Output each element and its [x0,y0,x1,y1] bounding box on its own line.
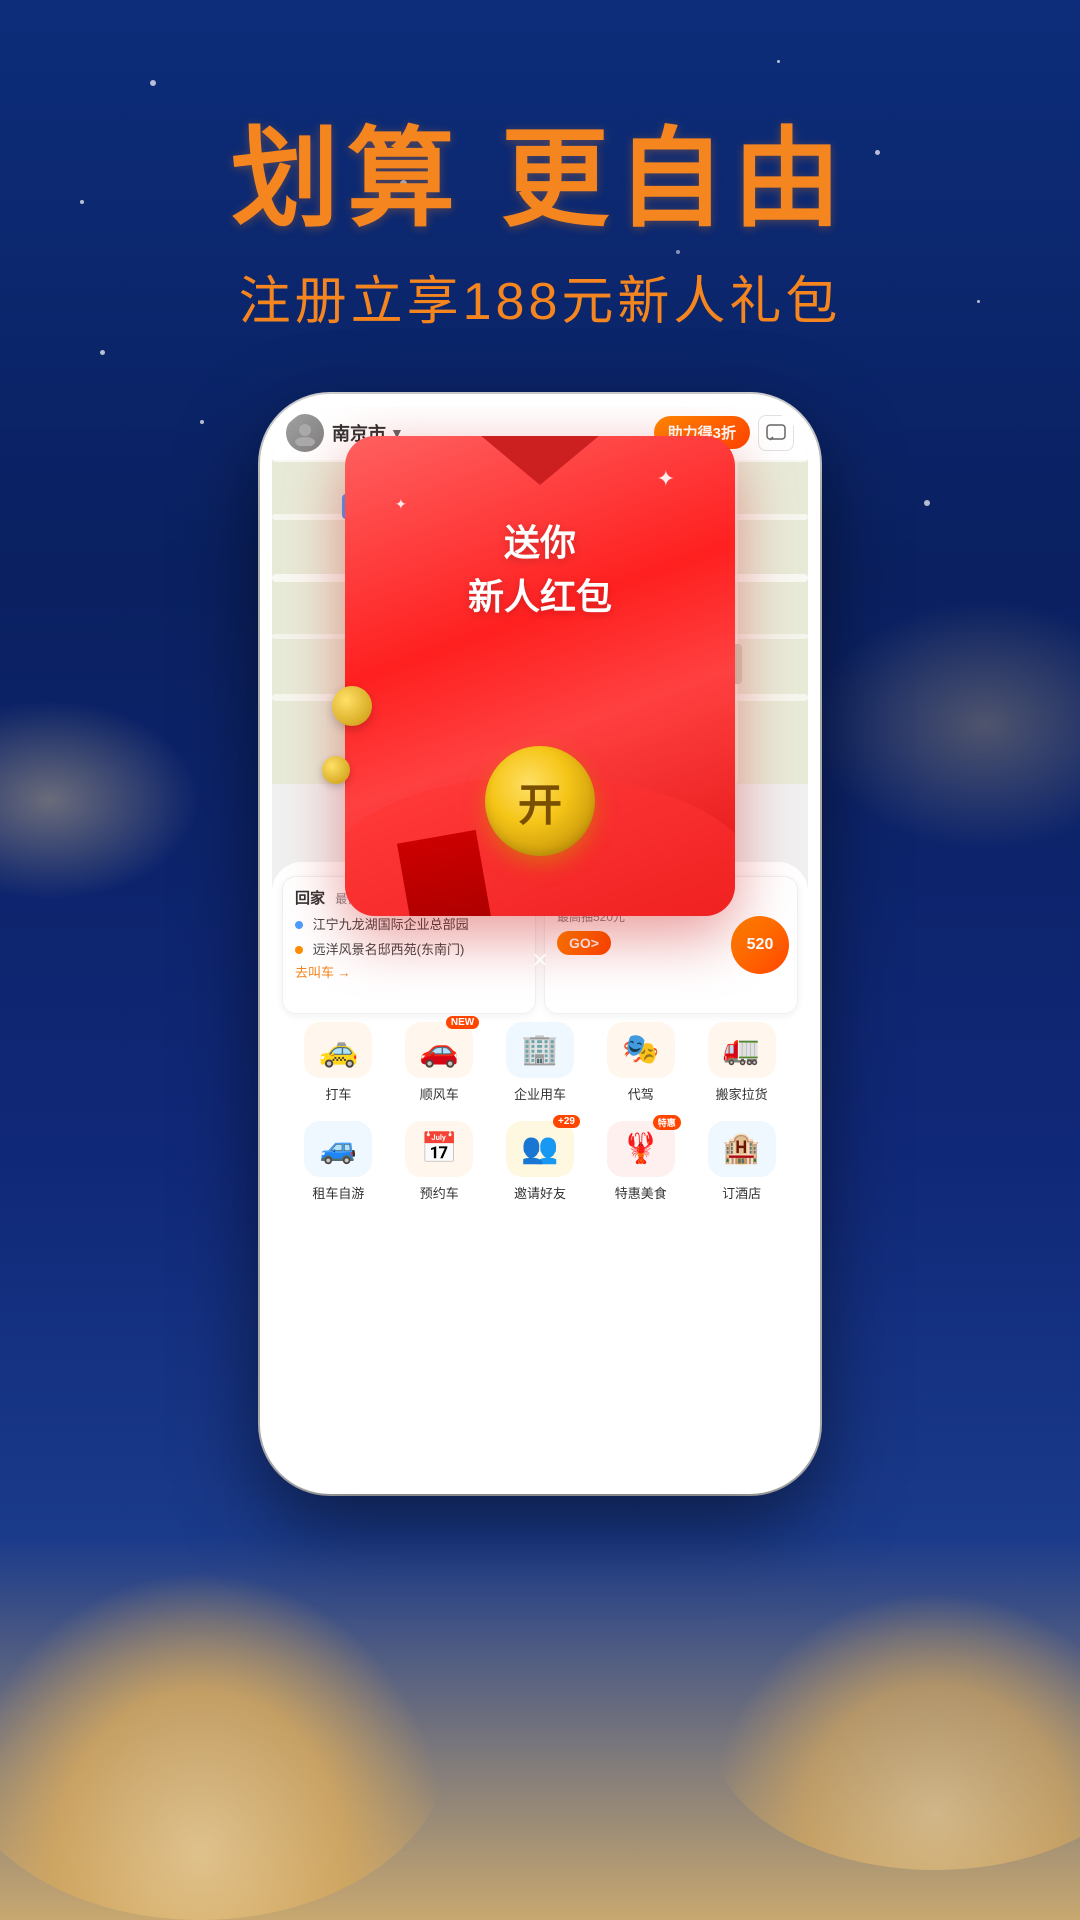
discount-badge: +29 [553,1115,580,1128]
rental-label: 租车自游 [312,1183,364,1202]
enterprise-label: 企业用车 [514,1084,566,1103]
hotel-service[interactable]: 🏨 订酒店 [691,1121,792,1202]
phone-mockup: 📄 ♛ ⊞ 🔇 18:12 ⊙ 98.9 🛜 98% [0,394,1080,1494]
reservation-label: 预约车 [420,1183,459,1202]
moving-service[interactable]: 🚛 搬家拉货 [691,1022,792,1103]
gold-ball-small [322,756,350,784]
new-badge: NEW [446,1016,479,1029]
service-icons-grid: 🚕 打车 🚗 NEW 顺风车 🏢 [272,1022,808,1202]
message-button[interactable] [758,415,794,451]
user-avatar[interactable] [286,414,324,452]
hotel-label: 订酒店 [722,1183,761,1202]
red-packet-overlay[interactable]: ✦ ✦ 送你 新人红包 开 [345,436,735,916]
food-label: 特惠美食 [615,1183,667,1202]
driver-label: 代驾 [628,1084,654,1103]
sub-title: 注册立享188元新人礼包 [0,259,1080,334]
cloud-decoration [710,1590,1080,1870]
taxi-label: 打车 [325,1084,351,1103]
red-packet-body: ✦ ✦ 送你 新人红包 开 [345,436,735,916]
red-packet-text: 送你 新人红包 [468,516,612,624]
home-addr-2: 远洋风景名邸西苑(东南门) [295,939,523,958]
food-service[interactable]: 🦞 特惠 特惠美食 [590,1121,691,1202]
driver-service[interactable]: 🎭 代驾 [590,1022,691,1103]
moving-label: 搬家拉货 [716,1084,768,1103]
invite-service[interactable]: 👥 +29 邀请好友 [490,1121,591,1202]
close-red-packet-button[interactable]: × [532,944,548,976]
gold-ball-large [332,686,372,726]
invite-label: 邀请好友 [514,1183,566,1202]
enterprise-service[interactable]: 🏢 企业用车 [490,1022,591,1103]
sparkle-icon-2: ✦ [395,496,407,513]
cloud-decoration [0,1570,450,1920]
sparkle-icon: ✦ [657,466,675,492]
rental-service[interactable]: 🚙 租车自游 [288,1121,389,1202]
special-badge: 特惠 [653,1115,681,1130]
rideshare-service[interactable]: 🚗 NEW 顺风车 [389,1022,490,1103]
header-section: 划算 更自由 注册立享188元新人礼包 [0,0,1080,334]
phone-inner: 📄 ♛ ⊞ 🔇 18:12 ⊙ 98.9 🛜 98% [272,406,808,1482]
main-title: 划算 更自由 [0,120,1080,239]
prize-badge: 520 [731,916,789,974]
phone-frame: 📄 ♛ ⊞ 🔇 18:12 ⊙ 98.9 🛜 98% [260,394,820,1494]
go-button[interactable]: GO> [557,931,611,955]
reservation-service[interactable]: 📅 预约车 [389,1121,490,1202]
home-addr-1: 江宁九龙湖国际企业总部园 [295,914,523,933]
rideshare-label: 顺风车 [420,1084,459,1103]
go-home-link[interactable]: 去叫车 → [295,962,523,981]
taxi-service[interactable]: 🚕 打车 [288,1022,389,1103]
open-button[interactable]: 开 [485,746,595,856]
